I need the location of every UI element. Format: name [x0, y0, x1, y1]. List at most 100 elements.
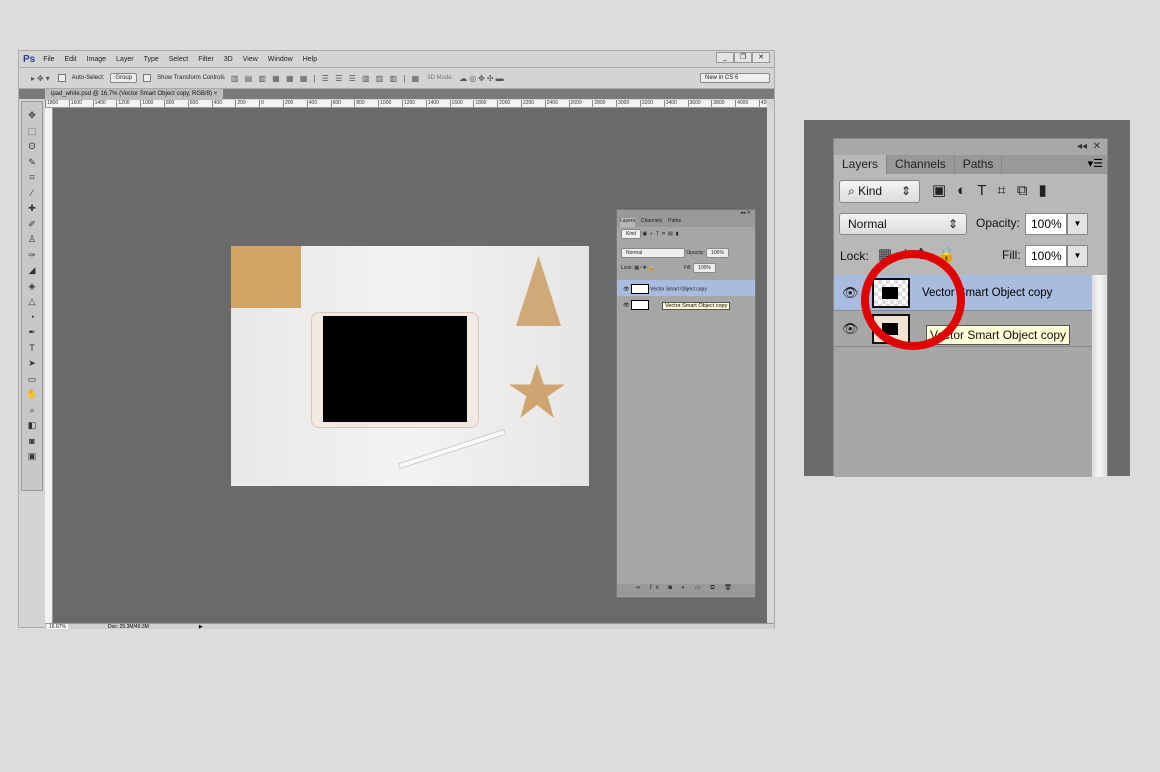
status-arrow-icon[interactable]: ▶ — [199, 624, 203, 630]
ruler-tick: 2200 — [520, 100, 545, 107]
show-transform-checkbox[interactable] — [143, 74, 152, 82]
close-button[interactable]: ✕ — [752, 52, 770, 63]
menu-image[interactable]: Image — [87, 56, 106, 63]
hand-icon[interactable]: ✋ — [26, 387, 37, 403]
filter-kind-small[interactable]: Kind — [621, 229, 642, 239]
shape-icon[interactable]: ▭ — [28, 372, 37, 388]
menu-filter[interactable]: Filter — [198, 56, 214, 63]
fill-dropdown[interactable]: ▼ — [1067, 245, 1088, 267]
panel-menu-icon[interactable]: ▾☰ — [1084, 155, 1107, 174]
dodge-icon[interactable]: ◔ — [29, 310, 34, 326]
move-tool-icon[interactable]: ▸✥▾ — [31, 74, 52, 83]
zoom-level[interactable]: 16.67% — [47, 624, 68, 630]
ruler-tick: 1000 — [140, 100, 164, 107]
vertical-scrollbar[interactable] — [767, 108, 774, 623]
layers-scrollbar[interactable] — [1092, 275, 1107, 477]
tab-channels[interactable]: Channels — [887, 155, 955, 174]
layer-row-small[interactable]: 👁 Vector Smart Object copy — [617, 280, 755, 296]
collapse-close-icons[interactable]: ◂◂ ✕ — [834, 139, 1107, 155]
horizontal-ruler: 1800 1600 1400 1200 1000 800 600 400 200 0 200 400 6… — [45, 100, 767, 108]
tooltip-small: Vector Smart Object copy — [662, 302, 731, 310]
3d-mode-icons[interactable]: ☁◎✥✣▬ — [459, 74, 505, 83]
color-swatches-icon[interactable]: ◧ — [28, 418, 37, 434]
ruler-tick: 1800 — [45, 100, 69, 107]
3d-mode-label: 3D Mode: — [427, 75, 454, 81]
bucket-icon[interactable]: ◈ — [29, 279, 36, 295]
blend-mode-small[interactable]: Normal — [621, 248, 685, 258]
eyedropper-icon[interactable]: ⁄ — [31, 186, 33, 202]
tab-layers-small[interactable]: Layers — [620, 218, 636, 227]
tab-paths-small[interactable]: Paths — [668, 218, 681, 227]
restore-button[interactable]: ❐ — [734, 52, 752, 63]
ps-logo: Ps — [23, 53, 36, 65]
ruler-tick: 4000 — [735, 100, 759, 107]
ruler-tick: 1400 — [425, 100, 450, 107]
ruler-tick: 2400 — [544, 100, 569, 107]
history-brush-icon[interactable]: ✑ — [28, 248, 36, 264]
fill-input[interactable]: 100% — [1025, 245, 1067, 267]
blur-icon[interactable]: △ — [29, 294, 36, 310]
opacity-input[interactable]: 100% — [1025, 213, 1067, 235]
type-icon[interactable]: T — [29, 341, 35, 357]
stamp-icon[interactable]: ♙ — [28, 232, 36, 248]
ruler-tick: 400 — [306, 100, 331, 107]
close-tab-icon[interactable]: × — [214, 91, 218, 97]
eraser-icon[interactable]: ◢ — [29, 263, 36, 279]
layers-panel-small: ◂◂ ✕ Layers Channels Paths Kind ▣◐T⌗▤▮ N… — [616, 209, 756, 598]
document-tab[interactable]: ipad_white.psd @ 16,7% (Vector Smart Obj… — [45, 89, 224, 100]
opacity-dropdown[interactable]: ▼ — [1067, 213, 1088, 235]
align-icons[interactable]: ▥ ▤ ▥ ▦ ▦ ▦ | ☰ ☰ ☰ ▥ ▥ ▥ | ▦ — [231, 74, 421, 83]
doc-size: Doc: 25.3M/49.3M — [107, 624, 149, 630]
menu-edit[interactable]: Edit — [65, 56, 77, 63]
quick-mask-icon[interactable]: ◙ — [29, 434, 34, 450]
menu-file[interactable]: File — [43, 56, 54, 63]
ruler-tick: 3000 — [616, 100, 640, 107]
crop-tool-icon[interactable]: ⌗ — [29, 170, 34, 186]
options-bar: ▸✥▾ Auto-Select: Group Show Transform Co… — [19, 67, 774, 89]
ruler-tick: 2800 — [592, 100, 616, 107]
healing-icon[interactable]: ✚ — [28, 201, 36, 217]
menu-window[interactable]: Window — [268, 56, 293, 63]
workspace-dropdown[interactable]: New in CS 6 — [700, 73, 770, 83]
move-tool-icon[interactable]: ✥ — [28, 108, 36, 124]
visibility-eye-icon[interactable]: 👁 — [842, 321, 859, 337]
filter-kind-dropdown[interactable]: ⌕ Kind ⇕ — [839, 180, 920, 203]
ruler-tick: 600 — [187, 100, 212, 107]
menu-help[interactable]: Help — [303, 56, 317, 63]
ruler-tick: 2000 — [497, 100, 521, 107]
auto-select-dropdown[interactable]: Group — [110, 73, 138, 83]
visibility-eye-icon[interactable]: 👁 — [842, 285, 859, 301]
menu-select[interactable]: Select — [169, 56, 188, 63]
fill-small[interactable]: 100% — [693, 263, 716, 273]
menu-layer[interactable]: Layer — [116, 56, 134, 63]
ruler-tick: 3400 — [663, 100, 688, 107]
ruler-tick: 4200 — [758, 100, 767, 107]
marquee-tool-icon[interactable]: ⬚ — [28, 124, 37, 140]
menu-type[interactable]: Type — [144, 56, 159, 63]
minimize-button[interactable]: _ — [716, 52, 734, 63]
photoshop-window: Ps File Edit Image Layer Type Select Fil… — [18, 50, 775, 630]
filter-icons[interactable]: ▣◐T⌗⧉▮ — [932, 181, 1058, 199]
pen-icon[interactable]: ✒ — [28, 325, 36, 341]
auto-select-checkbox[interactable] — [57, 74, 66, 82]
ruler-tick: 1000 — [378, 100, 402, 107]
tab-layers[interactable]: Layers — [834, 155, 888, 174]
brush-icon[interactable]: ✐ — [28, 217, 36, 233]
screen-mode-icon[interactable]: ▣ — [28, 449, 37, 465]
tools-panel: ✥ ⬚ ʘ ✎ ⌗ ⁄ ✚ ✐ ♙ ✑ ◢ ◈ △ ◔ ✒ T ➤ ▭ ✋ ⌕ ◧ ◙ ▣ — [21, 101, 43, 491]
tab-paths[interactable]: Paths — [955, 155, 1003, 174]
ruler-tick: 1400 — [92, 100, 117, 107]
menu-3d[interactable]: 3D — [224, 56, 233, 63]
tab-channels-small[interactable]: Channels — [641, 218, 662, 227]
document-image — [231, 246, 589, 486]
ruler-tick: 1600 — [68, 100, 93, 107]
opacity-small[interactable]: 100% — [706, 248, 729, 258]
quick-select-icon[interactable]: ✎ — [28, 155, 36, 171]
panel-footer-icons[interactable]: ∞ fx ◙ ◐ ▭ ⧉ 🗑 — [617, 584, 755, 596]
lasso-tool-icon[interactable]: ʘ — [28, 139, 35, 155]
path-select-icon[interactable]: ➤ — [28, 356, 36, 372]
ruler-tick: 2600 — [568, 100, 593, 107]
menu-view[interactable]: View — [243, 56, 258, 63]
blend-mode-dropdown[interactable]: Normal ⇕ — [839, 213, 967, 235]
zoom-icon[interactable]: ⌕ — [29, 403, 34, 419]
